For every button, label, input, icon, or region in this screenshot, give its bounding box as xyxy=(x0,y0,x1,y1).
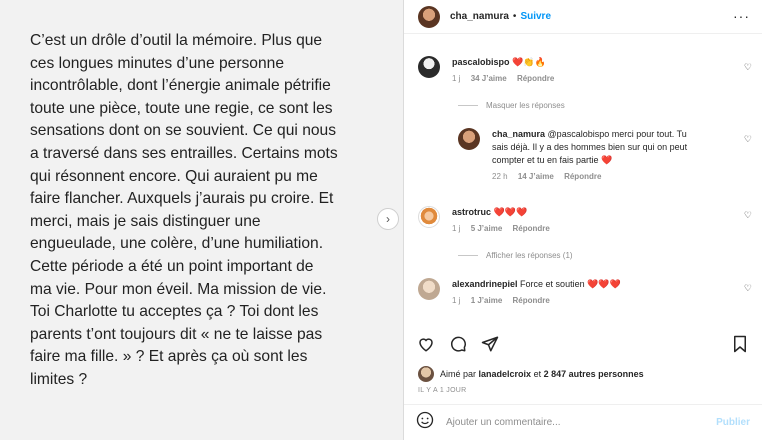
comment-time[interactable]: 1 j xyxy=(452,74,460,83)
reply-button[interactable]: Répondre xyxy=(513,224,550,233)
like-comment-icon[interactable]: ♡ xyxy=(744,62,752,73)
post-text-line: a traversé dans ses entrailles. Certains… xyxy=(30,144,338,162)
comment-likes[interactable]: 34 J’aime xyxy=(471,74,507,83)
comment-reply: cha_namura @pascalobispo merci pour tout… xyxy=(458,128,687,181)
post-text-line: incontrôlable, dont l’énergie animale pé… xyxy=(30,77,331,95)
avatar[interactable] xyxy=(418,56,440,78)
post-text-line: ma vie. Pour mon éveil. Ma mission de vi… xyxy=(30,280,327,298)
reply-button[interactable]: Répondre xyxy=(564,172,601,181)
comment-text: @pascalobispo merci pour tout. Tu xyxy=(547,129,687,139)
comment-time[interactable]: 1 j xyxy=(452,296,460,305)
post-text-line: engueulade, une colère, d’une humiliatio… xyxy=(30,235,324,253)
divider xyxy=(458,105,478,106)
likes-middle: et xyxy=(533,369,542,379)
bookmark-icon[interactable] xyxy=(730,334,750,354)
hide-replies-toggle[interactable]: Masquer les réponses xyxy=(458,101,565,110)
comment-input[interactable] xyxy=(446,417,696,428)
post-text-line: Toi Charlotte tu acceptes ça ? Toi dont … xyxy=(30,303,319,321)
like-comment-icon[interactable]: ♡ xyxy=(744,210,752,221)
comment-text: sais déjà. Il y a des hommes bien sur qu… xyxy=(492,142,688,152)
comment-text: ❤️❤️❤️ xyxy=(493,207,528,217)
post-header: cha_namura • Suivre ··· xyxy=(404,0,762,34)
comment-icon[interactable] xyxy=(448,334,468,354)
reply-button[interactable]: Répondre xyxy=(513,296,550,305)
action-bar xyxy=(416,334,500,354)
post-text-line: faire ma fille. » ? Et après ça où sont … xyxy=(30,348,308,366)
post-text-line: merci, mais je sais distinguer une xyxy=(30,212,261,230)
comment-likes[interactable]: 5 J’aime xyxy=(471,224,503,233)
chevron-right-icon: › xyxy=(386,212,390,226)
comment-username[interactable]: pascalobispo xyxy=(452,57,510,67)
next-slide-button[interactable]: › xyxy=(377,208,399,230)
post-text-line: limites ? xyxy=(30,370,88,388)
show-replies-label: Afficher les réponses (1) xyxy=(486,251,573,260)
avatar[interactable] xyxy=(418,206,440,228)
comment-item: alexandrinepiel Force et soutien ❤️❤️❤️ … xyxy=(418,278,621,305)
liker-username[interactable]: lanadelcroix xyxy=(479,369,532,379)
comment-text: compter et tu en fais partie ❤️ xyxy=(492,155,613,165)
post-text-line: toute une pièce, toute une regie, ce son… xyxy=(30,99,333,117)
comment-username[interactable]: astrotruc xyxy=(452,207,491,217)
post-text-line: ces longues minutes d’une personne xyxy=(30,54,284,72)
comment-username[interactable]: cha_namura xyxy=(492,129,545,139)
share-icon[interactable] xyxy=(480,334,500,354)
comment-likes[interactable]: 14 J’aime xyxy=(518,172,554,181)
reply-button[interactable]: Répondre xyxy=(517,74,554,83)
comment-time[interactable]: 1 j xyxy=(452,224,460,233)
comment-item: pascalobispo ❤️👏🔥 1 j 34 J’aime Répondre xyxy=(418,56,562,83)
post-author-username[interactable]: cha_namura xyxy=(450,11,509,22)
follow-button[interactable]: Suivre xyxy=(520,11,551,22)
post-image: C’est un drôle d’outil la mémoire. Plus … xyxy=(0,0,404,440)
heart-icon[interactable] xyxy=(416,334,436,354)
post-text-line: sensations dont on se souvient. Ce qui n… xyxy=(30,122,337,140)
comments-panel: cha_namura • Suivre ··· pascalobispo ❤️👏… xyxy=(404,0,762,440)
comment-text: Force et soutien ❤️❤️❤️ xyxy=(520,279,621,289)
avatar[interactable] xyxy=(418,366,434,382)
comment-likes[interactable]: 1 J’aime xyxy=(471,296,503,305)
like-comment-icon[interactable]: ♡ xyxy=(744,283,752,294)
avatar[interactable] xyxy=(458,128,480,150)
post-text-line: C’est un drôle d’outil la mémoire. Plus … xyxy=(30,32,323,49)
avatar[interactable] xyxy=(418,278,440,300)
divider xyxy=(458,255,478,256)
likes-prefix: Aimé par xyxy=(440,369,477,379)
comment-time[interactable]: 22 h xyxy=(492,172,508,181)
post-date[interactable]: IL Y A 1 JOUR xyxy=(418,387,467,394)
like-comment-icon[interactable]: ♡ xyxy=(744,134,752,145)
separator-dot: • xyxy=(512,11,517,22)
post-text-line: parents t’ont toujours dit « ne te laiss… xyxy=(30,325,323,343)
comment-username[interactable]: alexandrinepiel xyxy=(452,279,518,289)
post-text-line: qui résonnent encore. Qui auraient pu me xyxy=(30,167,318,185)
avatar[interactable] xyxy=(418,5,440,28)
emoji-icon[interactable] xyxy=(416,411,434,434)
more-options-icon[interactable]: ··· xyxy=(733,8,750,24)
comment-text: ❤️👏🔥 xyxy=(512,57,546,67)
show-replies-toggle[interactable]: Afficher les réponses (1) xyxy=(458,251,573,260)
hide-replies-label: Masquer les réponses xyxy=(486,101,565,110)
post-text: C’est un drôle d’outil la mémoire. Plus … xyxy=(30,30,402,392)
post-text-line: faire flancher. Auxquels j’aurais pu cro… xyxy=(30,190,334,208)
comment-item: astrotruc ❤️❤️❤️ 1 j 5 J’aime Répondre xyxy=(418,206,558,233)
likes-count-link[interactable]: 2 847 autres personnes xyxy=(544,369,644,379)
add-comment-bar: Publier xyxy=(404,404,762,440)
likes-summary: Aimé par lanadelcroix et 2 847 autres pe… xyxy=(418,366,644,382)
post-text-line: Cette période a été un point important d… xyxy=(30,257,314,275)
publish-button[interactable]: Publier xyxy=(716,417,750,428)
